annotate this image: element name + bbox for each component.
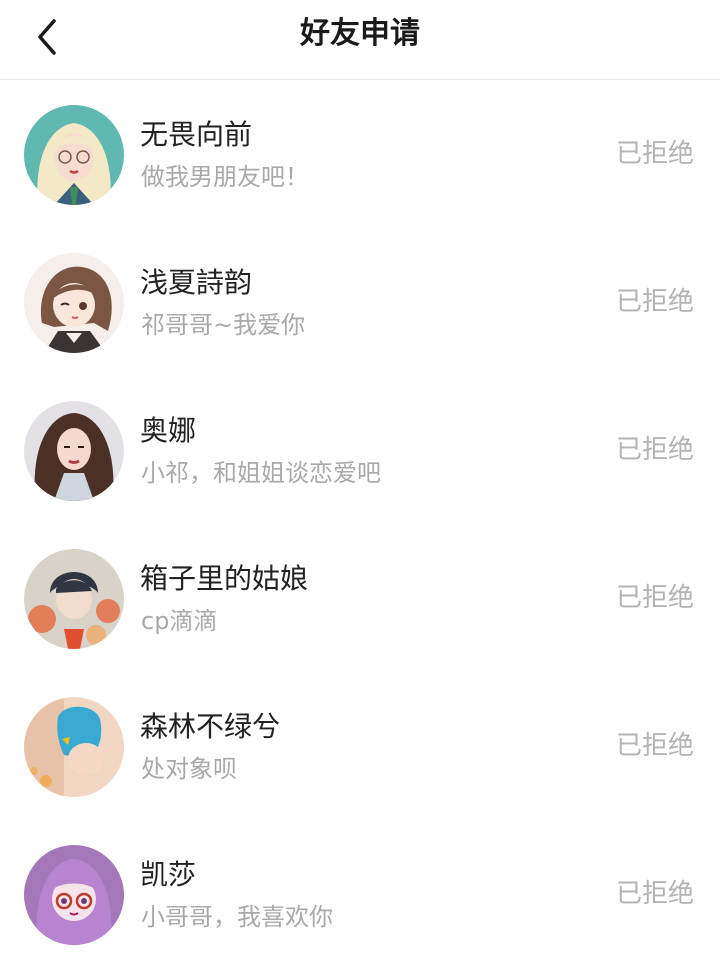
avatar[interactable] (24, 401, 124, 501)
request-message: 祁哥哥~我爱你 (141, 311, 306, 339)
avatar[interactable] (24, 697, 124, 797)
request-name: 浅夏詩韵 (140, 266, 253, 299)
request-name: 箱子里的姑娘 (140, 562, 309, 595)
request-name: 森林不绿兮 (140, 710, 281, 743)
status-label: 已拒绝 (615, 139, 694, 169)
request-message: cp滴滴 (141, 607, 218, 635)
friend-request-list: 无畏向前 做我男朋友吧！ 已拒绝 浅夏詩韵 祁哥哥~我爱你 已拒绝 奥娜 小祁，… (0, 81, 720, 969)
friend-request-item[interactable]: 森林不绿兮 处对象呗 已拒绝 (0, 673, 720, 821)
status-label: 已拒绝 (615, 879, 694, 909)
friend-request-item[interactable]: 奥娜 小祁，和姐姐谈恋爱吧 已拒绝 (0, 377, 720, 525)
request-message: 做我男朋友吧！ (141, 163, 309, 191)
header-bar: 好友申请 (0, 0, 720, 80)
request-message: 处对象呗 (141, 755, 237, 783)
request-name: 凯莎 (140, 858, 197, 891)
request-name: 奥娜 (140, 414, 197, 447)
status-label: 已拒绝 (615, 435, 694, 465)
request-message: 小祁，和姐姐谈恋爱吧 (141, 459, 381, 487)
friend-request-item[interactable]: 箱子里的姑娘 cp滴滴 已拒绝 (0, 525, 720, 673)
status-label: 已拒绝 (615, 731, 694, 761)
avatar[interactable] (24, 549, 124, 649)
page-title: 好友申请 (300, 16, 420, 51)
friend-request-item[interactable]: 浅夏詩韵 祁哥哥~我爱你 已拒绝 (0, 229, 720, 377)
request-name: 无畏向前 (140, 118, 253, 151)
avatar[interactable] (24, 105, 124, 205)
avatar[interactable] (24, 253, 124, 353)
status-label: 已拒绝 (615, 583, 694, 613)
friend-request-item[interactable]: 无畏向前 做我男朋友吧！ 已拒绝 (0, 81, 720, 229)
request-message: 小哥哥，我喜欢你 (141, 903, 333, 931)
status-label: 已拒绝 (615, 287, 694, 317)
avatar[interactable] (24, 845, 124, 945)
friend-request-item[interactable]: 凯莎 小哥哥，我喜欢你 已拒绝 (0, 821, 720, 969)
